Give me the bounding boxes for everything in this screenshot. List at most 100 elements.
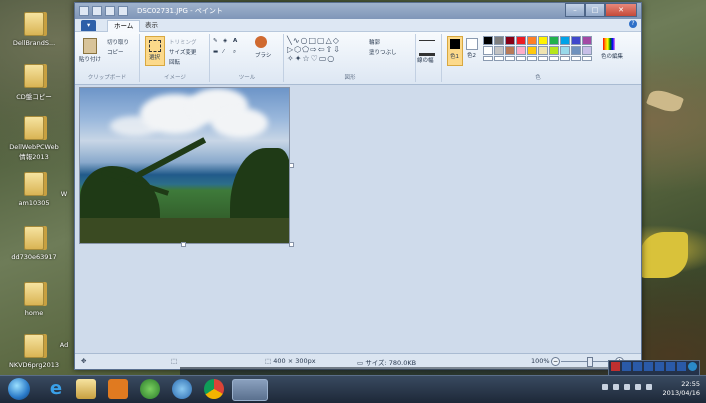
palette-swatch-empty[interactable] (549, 56, 559, 61)
palette-swatch[interactable] (494, 36, 504, 45)
pencil-icon[interactable]: ✎ (213, 38, 218, 44)
desktop-icon-6[interactable]: home (0, 282, 70, 317)
brush-button[interactable]: ブラシ (255, 51, 271, 59)
close-button[interactable]: ✕ (605, 3, 637, 17)
select-button[interactable]: 選択 (145, 36, 165, 66)
rotate-button[interactable]: 回転 (169, 58, 180, 66)
palette-swatch[interactable] (516, 36, 526, 45)
start-button[interactable] (8, 378, 30, 400)
desktop-icon-partial-1[interactable]: Ad (56, 341, 72, 349)
color-picker-icon[interactable]: ⁄ (223, 49, 224, 55)
palette-swatch[interactable] (549, 36, 559, 45)
edit-colors-button[interactable]: 色の編集 (601, 52, 623, 60)
tab-view[interactable]: 表示 (139, 20, 164, 31)
resize-handle-corner[interactable] (289, 242, 294, 247)
zoom-out-button[interactable]: − (551, 357, 560, 366)
palette-swatch-empty[interactable] (505, 56, 515, 61)
resize-handle-right[interactable] (289, 163, 294, 168)
palette-swatch-empty[interactable] (560, 56, 570, 61)
palette-swatch-empty[interactable] (538, 56, 548, 61)
fill-button[interactable]: 塗りつぶし (369, 48, 397, 56)
palette-swatch-empty[interactable] (571, 56, 581, 61)
app-icon-green[interactable] (140, 379, 160, 399)
shapes-gallery[interactable]: ╲∿○□▢△◇ ▷⬡⬠⇨⇦⇧⇩ ✧✦☆♡▭○ (287, 36, 365, 66)
brush-icon[interactable] (255, 36, 267, 48)
maximize-button[interactable]: □ (585, 3, 605, 17)
palette-swatch[interactable] (538, 46, 548, 55)
line-width-icon[interactable] (419, 40, 435, 56)
desktop-icon-1[interactable]: DellBrandS... (0, 12, 70, 47)
zoom-slider[interactable] (561, 361, 609, 362)
fill-icon[interactable]: ◈ (223, 38, 227, 44)
selection-size-icon: ⬚ (171, 357, 178, 365)
save-icon[interactable] (92, 6, 102, 16)
palette-swatch[interactable] (516, 46, 526, 55)
eraser-icon[interactable]: ▬ (213, 49, 218, 55)
crop-button[interactable]: トリミング (169, 38, 197, 46)
palette-swatch[interactable] (494, 46, 504, 55)
palette-swatch[interactable] (527, 36, 537, 45)
network-icon[interactable] (646, 384, 652, 390)
app-icon-blue[interactable] (172, 379, 192, 399)
desktop-icon-3[interactable]: DellWebPCWeb 情報2013 (0, 116, 70, 161)
title-bar[interactable]: DSC02731.JPG - ペイント – □ ✕ (75, 3, 641, 19)
palette-swatch-empty[interactable] (494, 56, 504, 61)
palette-swatch[interactable] (571, 36, 581, 45)
media-player-icon[interactable] (108, 379, 128, 399)
color1-swatch[interactable]: 色1 (447, 36, 463, 66)
tab-file[interactable]: ▾ (81, 20, 97, 31)
cut-button[interactable]: 切り取り (107, 38, 129, 46)
tray-arrow-icon[interactable] (602, 384, 608, 390)
help-icon[interactable]: ? (629, 20, 637, 28)
palette-swatch[interactable] (483, 46, 493, 55)
palette-swatch-empty[interactable] (516, 56, 526, 61)
color2-swatch[interactable]: 色2 (465, 36, 479, 64)
palette-swatch[interactable] (549, 46, 559, 55)
chrome-icon[interactable] (204, 379, 224, 399)
minimize-button[interactable]: – (565, 3, 585, 17)
canvas-area[interactable] (75, 85, 641, 353)
clock[interactable]: 22:55 2013/04/16 (663, 380, 700, 398)
tab-home[interactable]: ホーム (107, 20, 141, 32)
internet-explorer-icon[interactable]: e (46, 379, 66, 399)
edit-colors-icon[interactable] (603, 38, 615, 50)
desktop-icon-partial-2[interactable]: W (56, 190, 72, 198)
resize-handle-bottom[interactable] (181, 242, 186, 247)
outline-button[interactable]: 輪郭 (369, 38, 380, 46)
paste-icon[interactable] (83, 38, 97, 54)
redo-icon[interactable] (118, 6, 128, 16)
palette-swatch[interactable] (483, 36, 493, 45)
volume-icon[interactable] (613, 384, 619, 390)
paste-button[interactable]: 貼り付け (79, 55, 101, 63)
palette-swatch[interactable] (505, 36, 515, 45)
text-icon[interactable]: A (233, 38, 237, 44)
palette-swatch[interactable] (560, 46, 570, 55)
zoom-slider-thumb[interactable] (587, 357, 593, 367)
palette-swatch-empty[interactable] (582, 56, 592, 61)
palette-swatch[interactable] (505, 46, 515, 55)
canvas-image[interactable] (79, 87, 290, 244)
palette-swatch-empty[interactable] (527, 56, 537, 61)
file-size-value: サイズ: 780.0KB (365, 359, 417, 367)
flag-icon[interactable] (624, 384, 630, 390)
explorer-icon[interactable] (76, 379, 96, 399)
palette-swatch[interactable] (527, 46, 537, 55)
battery-icon[interactable] (635, 384, 641, 390)
desktop-icon-7[interactable]: NKVD6prg2013 (0, 334, 70, 369)
desktop-icon-2[interactable]: CD盤コピー (0, 64, 70, 101)
ime-bar[interactable] (608, 360, 700, 376)
palette-swatch[interactable] (571, 46, 581, 55)
paint-app-icon[interactable] (79, 6, 89, 16)
palette-swatch[interactable] (560, 36, 570, 45)
palette-swatch-empty[interactable] (483, 56, 493, 61)
magnifier-icon[interactable]: ⌕ (233, 49, 236, 56)
palette-swatch[interactable] (538, 36, 548, 45)
copy-button[interactable]: コピー (107, 48, 124, 56)
palette-swatch[interactable] (582, 36, 592, 45)
paint-taskbar-button[interactable] (232, 379, 268, 401)
resize-button[interactable]: サイズ変更 (169, 48, 196, 56)
palette-swatch[interactable] (582, 46, 592, 55)
line-width-button[interactable]: 線の幅 (417, 56, 434, 64)
desktop-icon-5[interactable]: dd730e63917 (0, 226, 70, 261)
undo-icon[interactable] (105, 6, 115, 16)
